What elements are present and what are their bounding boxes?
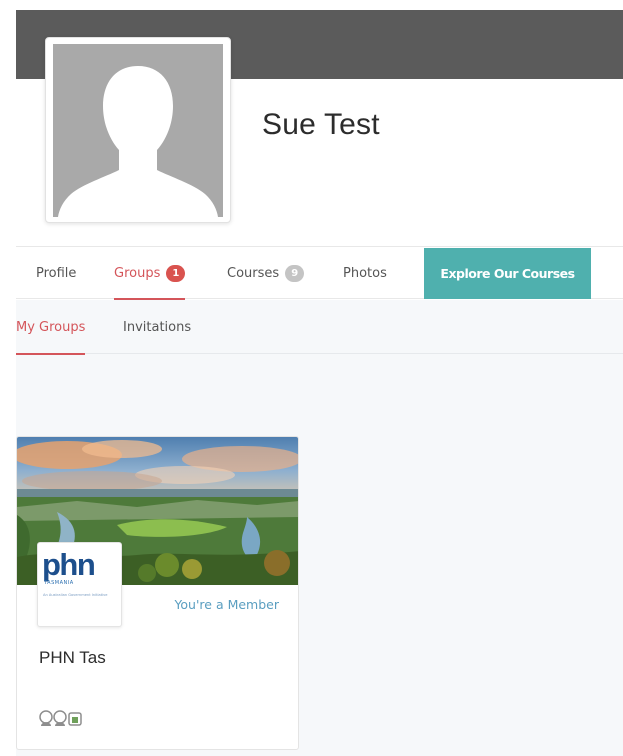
groups-subtabs: My Groups Invitations: [16, 300, 623, 355]
group-logo-subtext: TASMANIA: [44, 580, 74, 586]
member-status: You're a Member: [174, 597, 279, 612]
groups-count-badge: 1: [166, 265, 186, 282]
tab-courses[interactable]: Courses 9: [227, 248, 305, 299]
group-card[interactable]: phn TASMANIA An Australian Government In…: [16, 436, 299, 750]
tab-groups[interactable]: Groups 1: [114, 248, 186, 300]
tab-label: Profile: [36, 266, 77, 281]
avatar[interactable]: [45, 37, 231, 223]
subtab-invitations[interactable]: Invitations: [123, 300, 191, 354]
tab-label: Groups: [114, 266, 161, 281]
tab-label: Courses: [227, 266, 280, 281]
member-avatar-icon: [39, 710, 53, 726]
member-avatar-icon: [53, 710, 67, 726]
tab-photos[interactable]: Photos: [343, 248, 387, 299]
group-member-avatars: [39, 710, 83, 726]
subtab-my-groups[interactable]: My Groups: [16, 300, 86, 355]
explore-courses-button[interactable]: Explore Our Courses: [424, 248, 591, 299]
group-logo: phn TASMANIA An Australian Government In…: [37, 542, 122, 627]
tab-label: Photos: [343, 266, 387, 281]
courses-count-badge: 9: [285, 265, 305, 282]
default-avatar-icon: [53, 44, 223, 217]
tab-profile[interactable]: Profile: [36, 248, 76, 299]
member-avatar-icon: [67, 710, 83, 726]
group-logo-tagline: An Australian Government Initiative: [43, 593, 108, 597]
profile-tabs: Profile Groups 1 Courses 9 Photos Explor…: [16, 248, 623, 300]
groups-content: My Groups Invitations phn TASMANIA An Au…: [16, 300, 623, 756]
group-logo-text: phn: [42, 547, 96, 582]
group-name[interactable]: PHN Tas: [39, 648, 106, 668]
profile-name: Sue Test: [262, 108, 380, 141]
